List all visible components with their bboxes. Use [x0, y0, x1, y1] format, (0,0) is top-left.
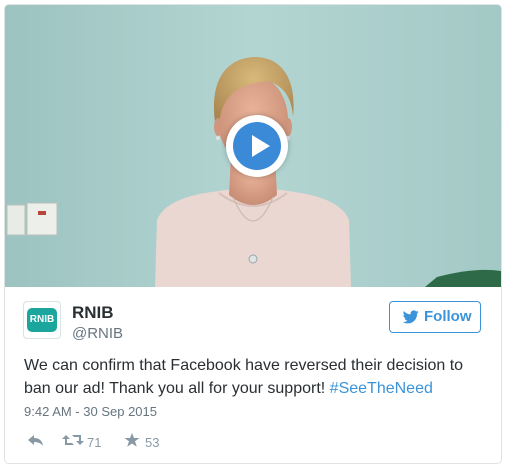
twitter-bird-icon [403, 310, 419, 324]
retweet-icon [62, 435, 84, 445]
favorite-count: 53 [145, 435, 160, 450]
video-thumbnail[interactable] [5, 5, 501, 287]
avatar-logo: RNIB [27, 308, 57, 332]
tweet-text: We can confirm that Facebook have revers… [24, 354, 492, 400]
star-icon [124, 433, 140, 447]
timestamp[interactable]: 9:42 AM - 30 Sep 2015 [24, 404, 157, 419]
follow-label: Follow [424, 308, 472, 325]
retweet-button[interactable]: 71 [62, 432, 112, 452]
reply-button[interactable] [27, 432, 47, 452]
user-handle[interactable]: @RNIB [72, 325, 123, 342]
play-icon [233, 122, 281, 170]
avatar[interactable]: RNIB [23, 301, 61, 339]
display-name[interactable]: RNIB [72, 303, 114, 323]
tweet-actions: 71 53 [5, 430, 501, 454]
retweet-count: 71 [87, 435, 102, 450]
play-button[interactable] [226, 115, 288, 177]
follow-button[interactable]: Follow [389, 301, 481, 333]
tweet-card: RNIB RNIB @RNIB Follow We can confirm th… [4, 4, 502, 464]
reply-icon [28, 435, 43, 446]
tweet-header: RNIB RNIB @RNIB Follow [5, 287, 501, 347]
hashtag-link[interactable]: #SeeTheNeed [330, 380, 433, 397]
favorite-button[interactable]: 53 [124, 432, 168, 452]
